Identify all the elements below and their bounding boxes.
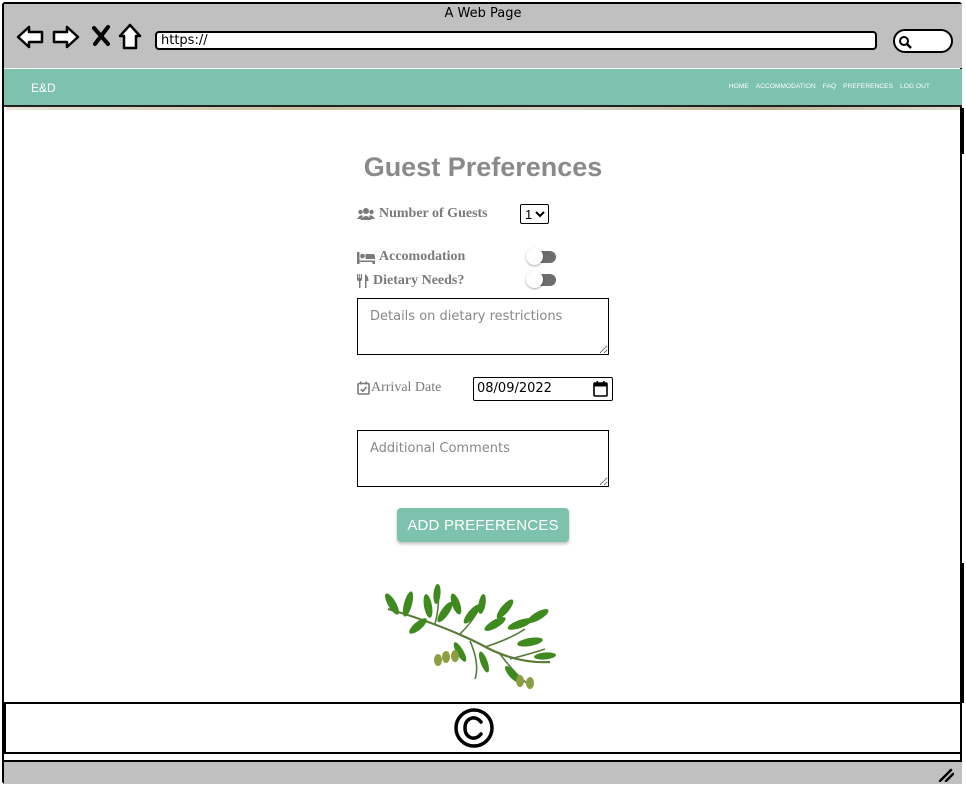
calendar-check-icon (357, 381, 370, 395)
guests-select[interactable]: 1 (520, 204, 549, 224)
guests-label-text: Number of Guests (379, 206, 488, 221)
close-icon[interactable] (88, 22, 118, 52)
dietary-label: Dietary Needs? (357, 273, 464, 289)
nav-log-out[interactable]: LOG OUT (900, 83, 930, 90)
left-border (2, 108, 4, 154)
accommodation-label: Accomodation (357, 249, 465, 265)
left-border-lower (2, 563, 4, 703)
window-title: A Web Page (444, 6, 522, 21)
resize-grip-icon[interactable] (938, 768, 954, 782)
arrival-label: Arrival Date (357, 380, 441, 396)
back-arrow-icon[interactable] (15, 22, 45, 52)
guests-label: Number of Guests (357, 206, 488, 222)
accommodation-toggle[interactable] (526, 248, 556, 265)
nav-faq[interactable]: FAQ (823, 83, 836, 90)
calendar-icon[interactable] (593, 381, 608, 397)
header-image-strip (6, 107, 960, 110)
olive-branch-icon (385, 584, 556, 689)
arrival-date-value: 08/09/2022 (477, 381, 552, 396)
search-icon (899, 36, 912, 49)
toggle-knob (526, 248, 543, 265)
toggle-knob (526, 271, 543, 288)
add-preferences-button[interactable]: ADD PREFERENCES (397, 508, 569, 542)
accommodation-label-text: Accomodation (379, 249, 466, 264)
browser-status-bar (4, 760, 962, 784)
site-nav: HOME ACCOMMODATION FAQ PREFERENCES LOG O… (729, 83, 930, 90)
nav-home[interactable]: HOME (729, 83, 749, 90)
dietary-details-textarea[interactable] (357, 298, 609, 355)
right-border-lower (962, 563, 964, 703)
nav-accommodation[interactable]: ACCOMMODATION (756, 83, 816, 90)
dietary-label-text: Dietary Needs? (373, 273, 465, 288)
browser-search-field[interactable] (893, 29, 953, 53)
bed-icon (357, 251, 375, 264)
right-border (962, 108, 964, 154)
forward-arrow-icon[interactable] (51, 22, 81, 52)
brand-logo[interactable]: E&D (31, 81, 56, 95)
site-header: E&D HOME ACCOMMODATION FAQ PREFERENCES L… (4, 69, 962, 107)
page-title: Guest Preferences (363, 152, 603, 182)
utensils-icon (357, 274, 369, 288)
additional-comments-textarea[interactable] (357, 430, 609, 487)
dietary-toggle[interactable] (526, 271, 556, 288)
users-icon (357, 208, 375, 220)
nav-preferences[interactable]: PREFERENCES (843, 83, 893, 90)
copyright-icon (454, 708, 494, 748)
arrival-date-input[interactable]: 08/09/2022 (473, 377, 613, 401)
home-icon[interactable] (116, 22, 146, 52)
url-bar[interactable]: https:// (155, 31, 877, 50)
arrival-label-text: Arrival Date (371, 380, 442, 395)
